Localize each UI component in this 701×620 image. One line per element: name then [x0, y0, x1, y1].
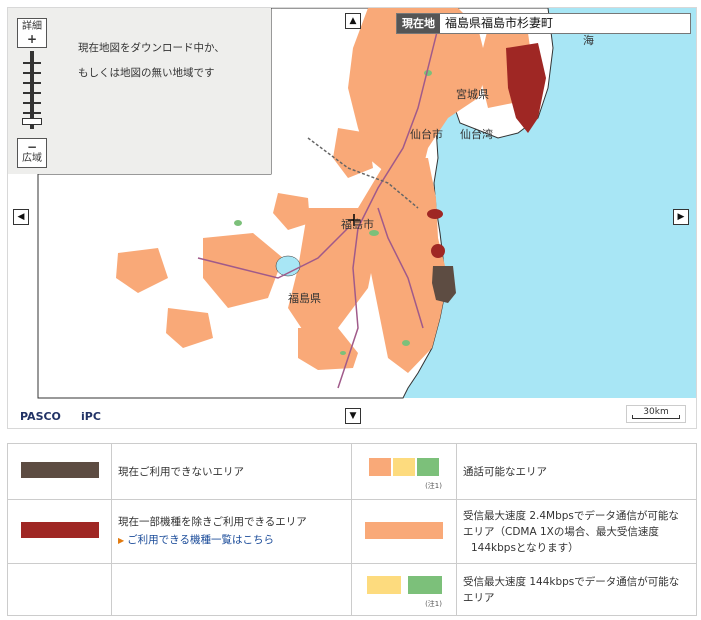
zoom-in-button[interactable]: 詳細 +: [17, 18, 47, 48]
zoom-tick: [23, 112, 41, 114]
unavailable-zone: [432, 266, 456, 303]
zoom-tick: [23, 72, 41, 74]
pan-left-button[interactable]: ◀: [13, 209, 29, 225]
label-sendai-bay: 仙台湾: [460, 128, 493, 141]
legend-row-unavailable: 現在ご利用できないエリア (注1) 通話可能なエリア: [7, 443, 697, 500]
pasco-logo: PASCO: [20, 410, 61, 423]
ipc-logo: iPC: [81, 410, 101, 423]
legend-row-low-speed: (注1) 受信最大速度 144kbpsでデータ通信が可能な エリア: [7, 563, 697, 616]
plus-icon: +: [26, 32, 38, 46]
notice-line-2: もしくは地図の無い地域です: [78, 67, 215, 79]
swatch-yellow: [393, 457, 415, 476]
zoom-tick: [23, 102, 41, 104]
label-fukushima-pref: 福島県: [288, 292, 321, 305]
legend-high-speed-line-2: エリア（CDMA 1Xの場合、最大受信速度: [463, 525, 659, 538]
green-spot-4: [234, 220, 242, 226]
legend-row-partial: 現在一部機種を除きご利用できるエリア ▶ ご利用できる機種一覧はこちら 受信最大速…: [7, 499, 697, 564]
label-sea: 海: [583, 34, 594, 47]
label-miyagi: 宮城県: [456, 88, 489, 101]
swatch-yellow: [366, 576, 401, 594]
legend-partial-text: 現在一部機種を除きご利用できるエリア: [118, 516, 307, 528]
notice-line-1: 現在地図をダウンロード中か、: [78, 42, 225, 54]
legend-high-speed-line-3: 144kbpsとなります）: [471, 541, 579, 554]
legend-high-speed-cell: 受信最大速度 2.4Mbpsでデータ通信が可能な エリア（CDMA 1Xの場合、…: [456, 499, 697, 564]
zoom-control: 詳細 + − 広域: [17, 18, 47, 168]
swatch-green: [417, 457, 439, 476]
swatch-unavailable: [20, 462, 99, 478]
legend-unavailable-text: 現在ご利用できないエリア: [111, 443, 352, 500]
legend-partial-cell: 現在一部機種を除きご利用できるエリア ▶ ご利用できる機種一覧はこちら: [111, 499, 352, 564]
partial-zone-1: [427, 209, 443, 219]
swatch-orange: [369, 457, 391, 476]
green-spot-5: [340, 351, 346, 355]
label-fukushima-city: 福島市: [341, 218, 374, 231]
current-location-bar: 現在地 福島県福島市杉妻町: [396, 13, 691, 34]
zoom-slider-handle[interactable]: [22, 118, 42, 125]
partial-zone-2: [431, 244, 445, 258]
footnote-marker: (注1): [425, 600, 442, 608]
zoom-tick: [23, 82, 41, 84]
zoom-out-button[interactable]: − 広域: [17, 138, 47, 168]
arrow-down-icon: ▼: [349, 411, 357, 421]
swatch-green: [407, 576, 442, 594]
legend-high-speed-line-1: 受信最大速度 2.4Mbpsでデータ通信が可能な: [463, 509, 679, 522]
legend-low-speed-line-2: エリア: [463, 591, 495, 604]
arrow-left-icon: ◀: [17, 212, 25, 222]
zoom-tick: [23, 62, 41, 64]
location-value: 福島県福島市杉妻町: [445, 16, 554, 30]
arrow-right-icon: ▶: [677, 212, 685, 222]
map-unavailable-notice: 現在地図をダウンロード中か、 もしくは地図の無い地域です: [8, 8, 271, 174]
label-sendai-city: 仙台市: [410, 128, 443, 141]
supported-models-link[interactable]: ▶ ご利用できる機種一覧はこちら: [118, 532, 345, 549]
legend-low-speed-cell: 受信最大速度 144kbpsでデータ通信が可能な エリア: [456, 563, 697, 616]
minus-icon: −: [26, 140, 38, 154]
legend-table: 現在ご利用できないエリア (注1) 通話可能なエリア 現在一部機種を除きご利用で…: [7, 443, 697, 616]
legend-swatch-cell: [7, 499, 112, 564]
pan-down-button[interactable]: ▼: [345, 408, 361, 424]
scale-bar: 30km: [626, 405, 686, 423]
legend-empty-cell: [7, 563, 112, 616]
footnote-marker: (注1): [425, 481, 442, 490]
scale-line: [632, 415, 680, 419]
legend-swatch-cell: (注1): [351, 443, 457, 500]
legend-swatch-cell: [7, 443, 112, 500]
swatch-high-speed: [365, 521, 443, 539]
legend-call-area-text: 通話可能なエリア: [456, 443, 697, 500]
zoom-tick: [23, 92, 41, 94]
zoom-out-label: 広域: [22, 153, 42, 164]
pan-right-button[interactable]: ▶: [673, 209, 689, 225]
map-viewport[interactable]: 現在地図をダウンロード中か、 もしくは地図の無い地域です 詳細 + − 広域 ▲…: [7, 7, 697, 429]
location-label: 現在地: [397, 14, 440, 33]
legend-low-speed-line-1: 受信最大速度 144kbpsでデータ通信が可能な: [463, 575, 680, 588]
legend-swatch-cell: (注1): [351, 563, 457, 616]
supported-models-link-text: ご利用できる機種一覧はこちら: [127, 534, 274, 546]
link-arrow-icon: ▶: [118, 536, 125, 545]
legend-empty-cell: [111, 563, 352, 616]
green-spot-3: [402, 340, 410, 346]
arrow-up-icon: ▲: [349, 16, 357, 26]
pan-up-button[interactable]: ▲: [345, 13, 361, 29]
swatch-partial: [20, 522, 99, 538]
legend-swatch-cell: [351, 499, 457, 564]
zoom-in-label: 詳細: [22, 21, 42, 32]
